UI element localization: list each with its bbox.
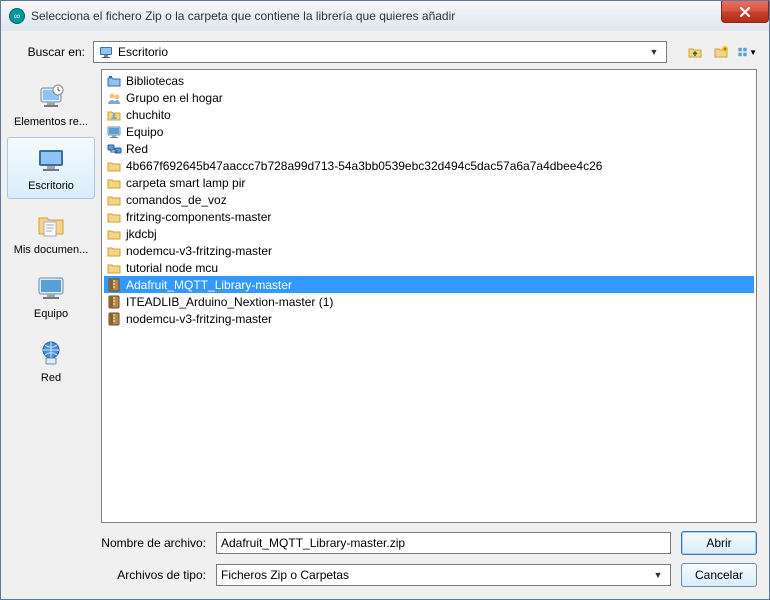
close-icon [739,6,751,18]
place-desktop[interactable]: Escritorio [7,137,95,199]
file-name: nodemcu-v3-fritzing-master [126,244,272,258]
close-button[interactable] [721,1,769,23]
lookin-value: Escritorio [118,45,646,59]
titlebar[interactable]: ∞ Selecciona el fichero Zip o la carpeta… [1,1,769,31]
file-name: carpeta smart lamp pir [126,176,245,190]
lookin-combo[interactable]: Escritorio ▼ [93,41,667,63]
up-one-level-button[interactable] [685,42,705,62]
toolbar-icons: ▼ [685,42,757,62]
list-item[interactable]: jkdcbj [104,225,754,242]
file-name: 4b667f692645b47aaccc7b728a99d713-54a3bb0… [126,159,602,173]
folder-icon [106,260,122,276]
lookin-row: Buscar en: Escritorio ▼ ▼ [1,31,769,69]
file-name: Equipo [126,125,163,139]
list-item[interactable]: comandos_de_voz [104,191,754,208]
list-item[interactable]: Red [104,140,754,157]
dialog-body: Elementos re... Escritorio Mis documen... E… [1,69,769,523]
arduino-app-icon: ∞ [9,8,25,24]
network-icon [106,141,122,157]
bottom-panel: Nombre de archivo: Abrir Archivos de tip… [1,523,769,599]
homegroup-icon [106,90,122,106]
list-item[interactable]: fritzing-components-master [104,208,754,225]
folder-up-icon [687,44,703,60]
list-item[interactable]: carpeta smart lamp pir [104,174,754,191]
filetype-combo[interactable]: Ficheros Zip o Carpetas ▼ [216,564,671,586]
place-recent[interactable]: Elementos re... [7,73,95,135]
folder-icon [106,243,122,259]
filetype-value: Ficheros Zip o Carpetas [221,568,650,582]
filetype-label: Archivos de tipo: [101,568,206,582]
list-item[interactable]: tutorial node mcu [104,259,754,276]
filetype-row: Archivos de tipo: Ficheros Zip o Carpeta… [101,563,757,587]
list-item[interactable]: Adafruit_MQTT_Library-master [104,276,754,293]
open-button[interactable]: Abrir [681,531,757,555]
zip-icon [106,277,122,293]
new-folder-icon [713,44,729,60]
place-label: Escritorio [28,180,74,192]
chevron-down-icon: ▼ [650,570,666,580]
library-icon [106,73,122,89]
place-documents[interactable]: Mis documen... [7,201,95,263]
list-item[interactable]: nodemcu-v3-fritzing-master [104,242,754,259]
file-name: nodemcu-v3-fritzing-master [126,312,272,326]
folder-icon [106,175,122,191]
place-label: Red [41,372,61,384]
file-name: Grupo en el hogar [126,91,223,105]
file-name: ITEADLIB_Arduino_Nextion-master (1) [126,295,333,309]
new-folder-button[interactable] [711,42,731,62]
list-item[interactable]: ITEADLIB_Arduino_Nextion-master (1) [104,293,754,310]
folder-icon [106,209,122,225]
folder-icon [106,158,122,174]
file-name: chuchito [126,108,171,122]
zip-icon [106,294,122,310]
folder-icon [106,192,122,208]
computer-icon [106,124,122,140]
chevron-down-icon: ▼ [749,48,757,57]
place-network[interactable]: Red [7,329,95,391]
folder-icon [106,226,122,242]
file-name: fritzing-components-master [126,210,271,224]
view-menu-button[interactable]: ▼ [737,42,757,62]
places-bar: Elementos re... Escritorio Mis documen... E… [1,69,101,523]
cancel-button[interactable]: Cancelar [681,563,757,587]
filename-label: Nombre de archivo: [101,536,206,550]
filename-row: Nombre de archivo: Abrir [101,531,757,555]
place-label: Mis documen... [14,244,89,256]
file-name: Red [126,142,148,156]
file-name: Bibliotecas [126,74,184,88]
file-name: Adafruit_MQTT_Library-master [126,278,292,292]
list-item[interactable]: 4b667f692645b47aaccc7b728a99d713-54a3bb0… [104,157,754,174]
place-label: Equipo [34,308,68,320]
list-item[interactable]: chuchito [104,106,754,123]
monitor-icon [98,44,114,60]
list-item[interactable]: Bibliotecas [104,72,754,89]
file-name: comandos_de_voz [126,193,227,207]
window-title: Selecciona el fichero Zip o la carpeta q… [31,9,455,23]
list-item[interactable]: Grupo en el hogar [104,89,754,106]
chevron-down-icon: ▼ [646,47,662,57]
folder-user-icon [106,107,122,123]
list-item[interactable]: Equipo [104,123,754,140]
place-computer[interactable]: Equipo [7,265,95,327]
file-dialog-window: ∞ Selecciona el fichero Zip o la carpeta… [0,0,770,600]
lookin-label: Buscar en: [13,45,85,59]
view-grid-icon [737,44,748,60]
place-label: Elementos re... [14,116,88,128]
file-list[interactable]: Bibliotecas Grupo en el hogar chuchito Equi… [101,69,757,523]
file-name: jkdcbj [126,227,157,241]
file-name: tutorial node mcu [126,261,218,275]
list-item[interactable]: nodemcu-v3-fritzing-master [104,310,754,327]
zip-icon [106,311,122,327]
filename-input[interactable] [216,532,671,554]
